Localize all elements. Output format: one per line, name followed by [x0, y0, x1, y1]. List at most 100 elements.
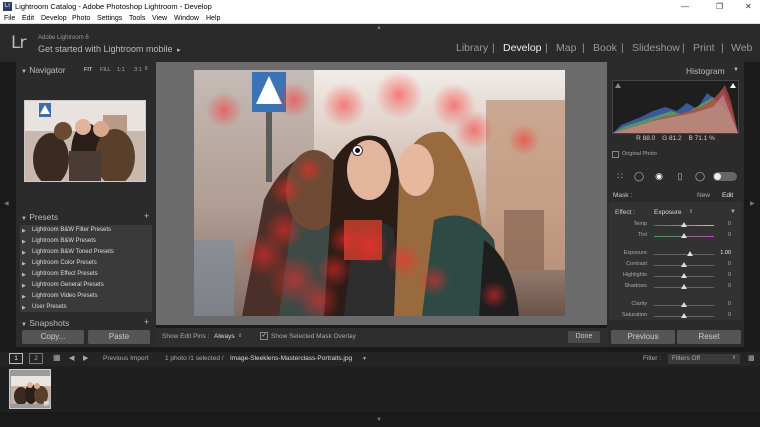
top-panel-toggle-icon[interactable]: ▲	[376, 25, 382, 31]
original-photo-checkbox[interactable]	[612, 151, 619, 158]
effect-select[interactable]: Exposure	[654, 209, 681, 216]
done-button[interactable]: Done	[568, 331, 600, 343]
mask-new-button[interactable]: New	[697, 192, 710, 199]
edit-pins-select[interactable]: Always	[214, 333, 235, 340]
filmstrip-thumbnail[interactable]: ▤	[9, 369, 51, 409]
filename-label[interactable]: Image-Sleeklens-Masterclass-Portraits.jp…	[230, 355, 352, 362]
select-arrows-icon[interactable]: ⇕	[732, 355, 736, 361]
spot-removal-icon[interactable]: ◯	[633, 170, 645, 182]
menu-develop[interactable]: Develop	[41, 13, 67, 24]
slider-shadows[interactable]: Shadows 0	[617, 283, 737, 291]
list-item[interactable]: ▶ Lightroom Effect Presets	[20, 270, 152, 280]
list-item[interactable]: ▶ Lightroom Video Presets	[20, 292, 152, 302]
zoom-1-to-1[interactable]: 1:1	[117, 67, 125, 73]
adjustment-brush-icon[interactable]	[713, 172, 737, 181]
window-1-button[interactable]: 1	[9, 353, 23, 364]
crop-overlay-icon[interactable]: ∷	[614, 170, 626, 182]
list-item[interactable]: ▶ Lightroom B&W Filter Presets	[20, 226, 152, 236]
add-snapshot-button[interactable]: +	[144, 317, 149, 327]
slider-thumb[interactable]	[681, 262, 687, 267]
shadow-clipping-icon[interactable]	[615, 83, 621, 88]
slider-thumb[interactable]	[681, 233, 687, 238]
module-develop[interactable]: Develop	[503, 42, 542, 54]
slider-tint[interactable]: Tint 0	[617, 232, 737, 240]
overlay-checkbox[interactable]: ✓	[260, 332, 268, 340]
slider-thumb[interactable]	[681, 222, 687, 227]
slider-thumb[interactable]	[681, 273, 687, 278]
slider-thumb[interactable]	[681, 302, 687, 307]
close-icon[interactable]: ✕	[745, 0, 752, 13]
module-library[interactable]: Library	[456, 42, 488, 54]
preset-folder-label: Lightroom B&W Presets	[32, 238, 97, 244]
slider-saturation[interactable]: Saturation 0	[617, 312, 737, 320]
module-web[interactable]: Web	[731, 42, 752, 54]
mobile-link[interactable]: Get started with Lightroom mobile ▸	[38, 44, 181, 54]
snapshots-header[interactable]: ▼ Snapshots	[21, 318, 69, 328]
module-print[interactable]: Print	[693, 42, 715, 54]
slider-clarity[interactable]: Clarity 0	[617, 301, 737, 309]
navigator-header[interactable]: ▼ Navigator	[21, 65, 66, 75]
filter-select[interactable]: Filters Off	[668, 354, 740, 364]
add-preset-button[interactable]: +	[144, 211, 149, 221]
window-2-button[interactable]: 2	[29, 353, 43, 364]
back-arrow-icon[interactable]: ◀	[69, 354, 74, 362]
slider-thumb[interactable]	[687, 251, 693, 256]
mask-edit-button[interactable]: Edit	[722, 192, 733, 199]
filter-lock-icon[interactable]: ▩	[748, 354, 755, 362]
menu-settings[interactable]: Settings	[97, 13, 122, 24]
select-arrows-icon[interactable]: ⇕	[689, 209, 693, 215]
forward-arrow-icon[interactable]: ▶	[83, 354, 88, 362]
graduated-filter-icon[interactable]: ▯	[674, 170, 686, 182]
collapse-triangle-icon[interactable]: ▼	[733, 67, 739, 73]
grid-view-icon[interactable]: ▦	[53, 353, 61, 362]
menu-edit[interactable]: Edit	[22, 13, 34, 24]
source-label[interactable]: Previous Import	[103, 355, 149, 362]
slider-thumb[interactable]	[681, 284, 687, 289]
copy-settings-button[interactable]: Copy...	[22, 330, 84, 344]
reset-button[interactable]: Reset	[677, 330, 741, 344]
slider-exposure[interactable]: Exposure 1.00	[617, 250, 737, 258]
zoom-dropdown-icon[interactable]: ⇕	[144, 66, 149, 72]
left-panel-toggle-icon[interactable]: ◀	[4, 200, 9, 207]
menu-tools[interactable]: Tools	[129, 13, 145, 24]
filename-dropdown-icon[interactable]: ▼	[362, 356, 367, 362]
module-book[interactable]: Book	[593, 42, 617, 54]
preset-folder-label: User Presets	[32, 304, 67, 310]
slider-highlights[interactable]: Highlights 0	[617, 272, 737, 280]
list-item[interactable]: ▶ Lightroom Color Presets	[20, 259, 152, 269]
list-item[interactable]: ▶ Lightroom B&W Presets	[20, 237, 152, 247]
main-photo[interactable]	[194, 70, 565, 316]
list-item[interactable]: ▶ User Presets	[20, 303, 152, 313]
red-eye-icon[interactable]: ◉	[653, 170, 665, 182]
minimize-icon[interactable]: —	[681, 0, 689, 13]
menu-photo[interactable]: Photo	[72, 13, 90, 24]
right-panel-toggle-icon[interactable]: ▶	[750, 200, 755, 207]
module-map[interactable]: Map	[556, 42, 576, 54]
zoom-fit[interactable]: FIT	[84, 67, 92, 73]
highlight-clipping-icon[interactable]	[730, 83, 736, 88]
select-arrows-icon[interactable]: ⇕	[238, 333, 242, 339]
previous-button[interactable]: Previous	[611, 330, 675, 344]
slider-thumb[interactable]	[681, 313, 687, 318]
menu-help[interactable]: Help	[206, 13, 220, 24]
slider-track[interactable]	[654, 254, 714, 255]
slider-temp[interactable]: Temp 0	[617, 221, 737, 229]
menu-window[interactable]: Window	[174, 13, 199, 24]
edit-pin[interactable]	[352, 145, 363, 156]
zoom-ratio[interactable]: 3:1	[134, 67, 142, 73]
radial-filter-icon[interactable]: ◯	[694, 170, 706, 182]
collapse-triangle-icon[interactable]: ▼	[730, 209, 736, 215]
menu-view[interactable]: View	[152, 13, 167, 24]
menu-file[interactable]: File	[4, 13, 15, 24]
restore-icon[interactable]: ❐	[716, 0, 723, 13]
bottom-panel-toggle-icon[interactable]: ▼	[376, 417, 382, 423]
list-item[interactable]: ▶ Lightroom B&W Toned Presets	[20, 248, 152, 258]
paste-settings-button[interactable]: Paste	[88, 330, 150, 344]
slider-contrast[interactable]: Contrast 0	[617, 261, 737, 269]
navigator-preview[interactable]	[24, 100, 146, 182]
list-item[interactable]: ▶ Lightroom General Presets	[20, 281, 152, 291]
histogram-graph[interactable]	[612, 80, 739, 134]
zoom-fill[interactable]: FILL	[100, 67, 111, 73]
module-slideshow[interactable]: Slideshow	[632, 42, 680, 54]
presets-header[interactable]: ▼ Presets	[21, 212, 58, 222]
